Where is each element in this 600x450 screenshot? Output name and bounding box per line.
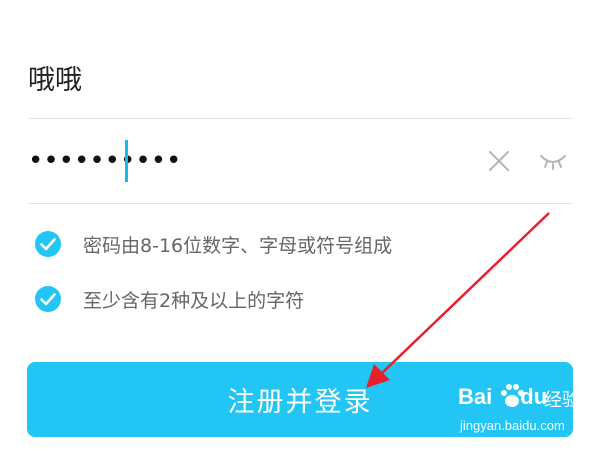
rule-item-chartypes: 至少含有2种及以上的字符 [34, 284, 304, 314]
check-circle-icon [35, 231, 61, 257]
check-circle-icon [35, 286, 61, 312]
text-caret [125, 140, 128, 182]
password-divider [28, 203, 573, 204]
rule-text: 密码由8-16位数字、字母或符号组成 [83, 234, 393, 257]
rule-item-length: 密码由8-16位数字、字母或符号组成 [34, 229, 392, 259]
password-value: •••••••••• [28, 146, 182, 176]
rule-text: 至少含有2种及以上的字符 [83, 289, 305, 312]
username-text: 哦哦 [28, 65, 82, 96]
password-field[interactable]: •••••••••• [28, 140, 573, 184]
eye-closed-icon[interactable] [538, 148, 568, 174]
username-divider [28, 118, 573, 119]
register-login-button[interactable]: 注册并登录 [27, 362, 573, 437]
close-icon[interactable] [486, 148, 512, 174]
